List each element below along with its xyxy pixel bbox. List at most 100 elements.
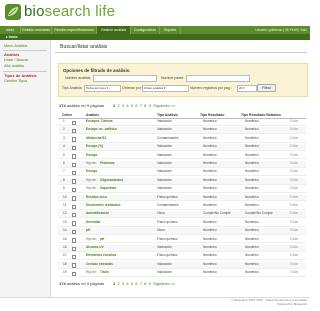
pager-page[interactable]: 9 bbox=[149, 103, 151, 108]
cell-analisis-name[interactable]: Alcanos UV bbox=[86, 245, 104, 251]
cell-analisis-name[interactable]: Ensayo: ac. cafféico bbox=[86, 127, 117, 133]
edit-link[interactable]: Editar bbox=[290, 253, 298, 259]
table-row[interactable]: 4 Ensayo (%) Valoración Numérico Numérico Edi… bbox=[58, 144, 306, 152]
row-checkbox[interactable] bbox=[72, 246, 77, 251]
table-row[interactable]: 11 Disolventes residuales Contaminantes Num… bbox=[58, 203, 306, 210]
pager-page[interactable]: 8 bbox=[144, 281, 146, 286]
pager-next[interactable]: Siguiente >> bbox=[153, 281, 175, 286]
edit-link[interactable]: Editar bbox=[290, 228, 298, 234]
row-checkbox[interactable] bbox=[72, 212, 77, 218]
cell-analisis-name[interactable]: Elementos extraños bbox=[86, 253, 116, 259]
sidebar-item-alta-analisis[interactable]: Alta análisis bbox=[4, 64, 24, 68]
tipo-analisis-select[interactable]: Todos los tipos ▾ bbox=[84, 85, 121, 92]
pager-page[interactable]: 3 bbox=[122, 103, 124, 108]
edit-link[interactable]: Editar bbox=[290, 195, 298, 201]
pager-next[interactable]: Siguiente >> bbox=[153, 103, 175, 108]
edit-link[interactable]: Editar bbox=[290, 262, 298, 268]
row-checkbox[interactable] bbox=[72, 179, 77, 184]
menu-soporte[interactable]: Soporte bbox=[160, 26, 181, 34]
col-analisis[interactable]: Análisis bbox=[86, 112, 99, 118]
nombre-analisis-input[interactable] bbox=[93, 75, 157, 82]
table-row[interactable]: 13 Densidad Físico químico Numérico Numérico… bbox=[58, 220, 306, 227]
row-checkbox[interactable] bbox=[72, 238, 77, 243]
row-checkbox[interactable] bbox=[72, 162, 77, 167]
row-checkbox[interactable] bbox=[72, 120, 77, 125]
pager-page[interactable]: 2 bbox=[117, 103, 119, 108]
row-checkbox[interactable] bbox=[72, 154, 77, 159]
pager-page[interactable]: 1 bbox=[113, 103, 115, 108]
cell-analisis-name[interactable]: Ensayos: Cafeína bbox=[86, 119, 113, 125]
edit-link[interactable]: Editar bbox=[290, 136, 298, 142]
edit-link[interactable]: Editar bbox=[290, 203, 298, 209]
cell-analisis-name[interactable]: Ensayo bbox=[86, 169, 97, 175]
cell-analisis-name[interactable]: Saponinas bbox=[100, 186, 116, 192]
table-row[interactable]: 10 Residuo seco Físico químico Numérico Numé… bbox=[58, 194, 306, 202]
sidebar-item-listar-buscar[interactable]: Listar / Buscar bbox=[4, 58, 28, 62]
col-tipo-resultado-botanico[interactable]: Tipo Resultado Botánico bbox=[241, 112, 281, 118]
cell-analisis-name[interactable]: Densidad bbox=[86, 220, 100, 226]
row-checkbox[interactable] bbox=[72, 263, 77, 268]
edit-link[interactable]: Editar bbox=[290, 245, 298, 251]
pager-page[interactable]: 5 bbox=[131, 281, 133, 286]
cell-analisis-name[interactable]: Aflatoxina B1 bbox=[86, 136, 106, 142]
ordenar-por-select[interactable]: Orden análisis ▾ bbox=[142, 85, 189, 92]
menu-configuracion[interactable]: Configuración bbox=[131, 26, 160, 34]
col-orden[interactable]: Orden bbox=[62, 112, 72, 118]
cell-analisis-name[interactable]: Cenizas extraídas bbox=[86, 262, 113, 268]
col-tipo-resultado[interactable]: Tipo Resultado bbox=[200, 112, 224, 118]
table-row[interactable]: 9 Hijo de: Saponinas Valoración Numérico Numé… bbox=[58, 186, 306, 194]
pager-page[interactable]: 7 bbox=[140, 103, 142, 108]
pager-page[interactable]: 5 bbox=[131, 103, 133, 108]
nombre-padre-input[interactable] bbox=[186, 75, 250, 82]
table-row[interactable]: 7 Ensayo Valoración Numérico Numérico Editar bbox=[58, 169, 306, 177]
row-checkbox[interactable] bbox=[72, 204, 77, 209]
registros-select[interactable]: 20 ▾ bbox=[237, 85, 257, 92]
row-checkbox[interactable] bbox=[72, 128, 77, 134]
edit-link[interactable]: Editar bbox=[290, 127, 298, 133]
cell-analisis-name[interactable]: Título bbox=[100, 270, 109, 276]
edit-link[interactable]: Editar bbox=[290, 161, 298, 167]
table-row[interactable]: 6 Hijo de: Proteínas Valoración Numérico Numé… bbox=[58, 161, 306, 168]
table-row[interactable]: 18 Cenizas extraídas Valoración Numérico Num… bbox=[58, 261, 306, 269]
cell-analisis-name[interactable]: Autentificación bbox=[86, 211, 109, 217]
edit-link[interactable]: Editar bbox=[290, 153, 298, 159]
table-row[interactable]: 14 pH Otros Numérico Numérico Editar bbox=[58, 228, 306, 236]
edit-link[interactable]: Editar bbox=[290, 220, 298, 226]
edit-link[interactable]: Editar bbox=[290, 270, 298, 276]
table-row[interactable]: 8 Hijo de: Oligosacáridos Valoración Numéric… bbox=[58, 177, 306, 185]
menu-gestion-analisis[interactable]: Gestión análisis bbox=[97, 26, 131, 34]
table-row[interactable]: 19 Hijo de: Título Valoración Numérico Numéri… bbox=[58, 270, 306, 278]
cell-analisis-name[interactable]: Oligosacáridos bbox=[100, 178, 123, 184]
pager-page[interactable]: 6 bbox=[135, 281, 137, 286]
table-row[interactable]: 12 Autentificación Otros Cumple/No Cumple Cu… bbox=[58, 211, 306, 219]
edit-link[interactable]: Editar bbox=[290, 144, 298, 150]
edit-link[interactable]: Editar bbox=[290, 186, 298, 192]
table-row[interactable]: 5 Ensayo Valoración Numérico Numérico Editar bbox=[58, 153, 306, 160]
menu-gestion-muestras[interactable]: Gestión muestras bbox=[21, 26, 52, 34]
cell-analisis-name[interactable]: Disolventes residuales bbox=[86, 203, 121, 209]
pager-page[interactable]: 7 bbox=[140, 281, 142, 286]
cell-analisis-name[interactable]: pH bbox=[100, 237, 104, 243]
table-row[interactable]: 17 Elementos extraños Físico químico Numéri… bbox=[58, 253, 306, 261]
filter-button[interactable]: Filtrar bbox=[257, 84, 276, 92]
row-checkbox[interactable] bbox=[72, 137, 77, 142]
row-checkbox[interactable] bbox=[72, 229, 77, 235]
pager-page[interactable]: 3 bbox=[122, 281, 124, 286]
table-row[interactable]: 1 Ensayos: Cafeína Valoración Numérico Numér… bbox=[58, 119, 306, 126]
row-checkbox[interactable] bbox=[72, 170, 77, 176]
pager-page[interactable]: 1 bbox=[113, 281, 115, 286]
cell-analisis-name[interactable]: Ensayo (%) bbox=[86, 144, 103, 150]
cell-analisis-name[interactable]: Residuo seco bbox=[86, 195, 107, 201]
row-checkbox[interactable] bbox=[72, 221, 77, 226]
pager-page[interactable]: 8 bbox=[144, 103, 146, 108]
menu-gestion-especificaciones[interactable]: Gestión especificaciones bbox=[52, 26, 97, 34]
pager-page[interactable]: 2 bbox=[117, 281, 119, 286]
sidebar-item-gestion-tipos[interactable]: Gestión Tipos bbox=[4, 79, 27, 83]
table-row[interactable]: 15 Hijo de: pH Físico químico Numérico Numéri… bbox=[58, 237, 306, 244]
cell-analisis-name[interactable]: Proteínas bbox=[100, 161, 115, 167]
edit-link[interactable]: Editar bbox=[290, 237, 298, 243]
pager-page[interactable]: 4 bbox=[126, 281, 128, 286]
row-checkbox[interactable] bbox=[72, 196, 77, 201]
cell-analisis-name[interactable]: pH bbox=[86, 228, 90, 234]
edit-link[interactable]: Editar bbox=[290, 119, 298, 125]
